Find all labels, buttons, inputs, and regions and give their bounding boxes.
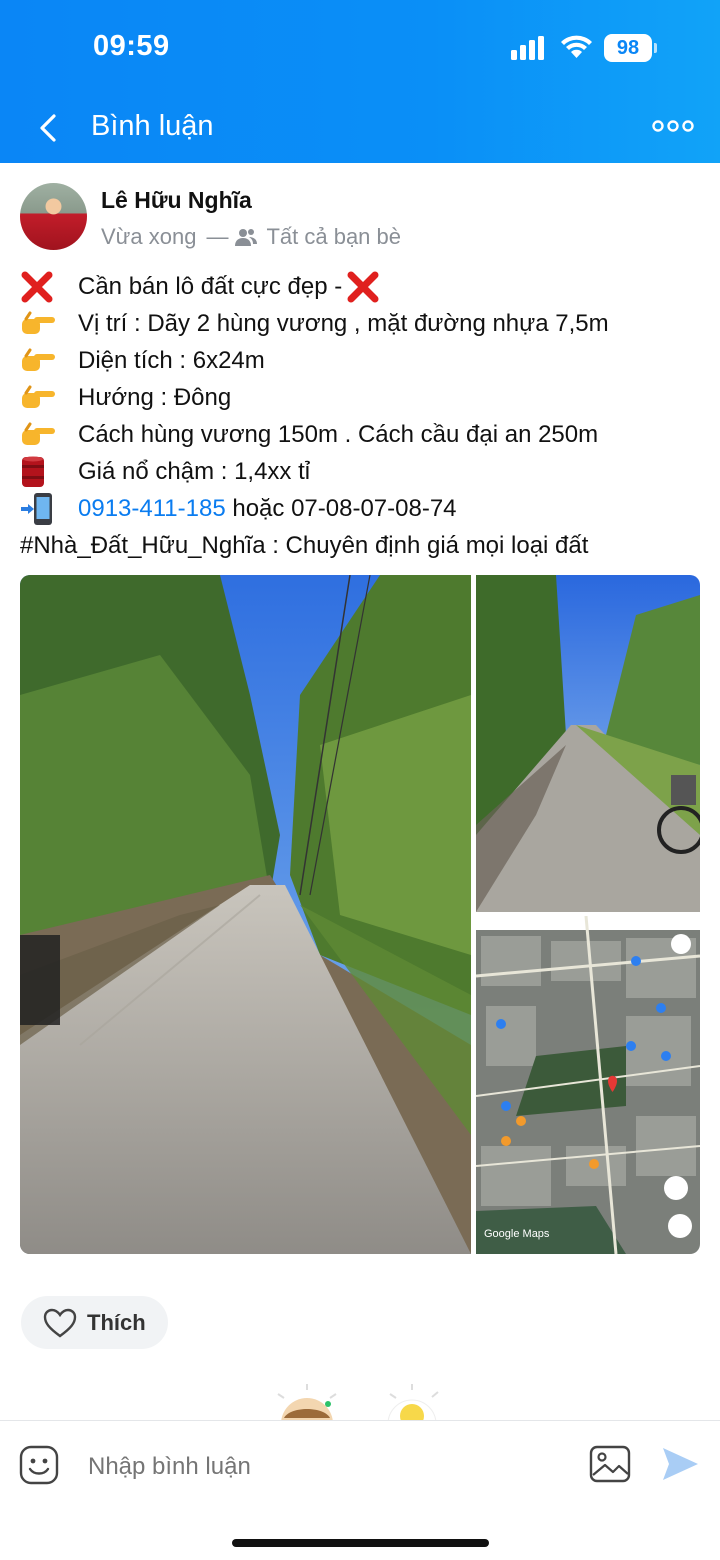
post-audience: Tất cả bạn bè bbox=[266, 224, 402, 249]
post-line-text: Cách hùng vương 150m . Cách cầu đại an 2… bbox=[78, 421, 599, 448]
post-line: Giá nổ chậm : 1,4xx tỉ bbox=[20, 453, 710, 490]
pointing-hand-icon bbox=[20, 422, 78, 448]
author-avatar[interactable] bbox=[20, 183, 87, 250]
emoji-sticker-button[interactable] bbox=[19, 1445, 59, 1485]
phone-link[interactable]: 0913-411-185 bbox=[78, 490, 226, 527]
more-options-button[interactable] bbox=[650, 116, 696, 136]
back-button[interactable] bbox=[34, 108, 66, 148]
red-x-icon bbox=[346, 270, 380, 304]
post-meta: Vừa xong — Tất cả bạn bè bbox=[101, 224, 401, 250]
comment-bar bbox=[0, 1420, 720, 1560]
signal-icon bbox=[511, 36, 544, 60]
map-watermark: Google Maps bbox=[484, 1228, 550, 1240]
post-hashtag-line: #Nhà_Đất_Hữu_Nghĩa : Chuyên định giá mọi… bbox=[20, 532, 589, 559]
post-line: Cần bán lô đất cực đẹp - bbox=[20, 268, 710, 305]
oil-drum-icon bbox=[20, 455, 78, 489]
meta-separator: — bbox=[206, 224, 229, 249]
post-photo-map[interactable]: Google Maps bbox=[476, 916, 700, 1254]
sticker-face-icon[interactable] bbox=[270, 1384, 344, 1424]
pointing-hand-icon bbox=[20, 385, 78, 411]
phone-alt: hoặc 07-08-07-08-74 bbox=[225, 495, 457, 522]
post-line-text: Cần bán lô đất cực đẹp - bbox=[78, 273, 343, 300]
post-line: Diện tích : 6x24m bbox=[20, 342, 710, 379]
page-title: Bình luận bbox=[91, 110, 214, 142]
post-line-text: Vị trí : Dãy 2 hùng vương , mặt đường nh… bbox=[78, 310, 609, 337]
like-label: Thích bbox=[87, 1309, 146, 1335]
battery-icon: 98 bbox=[604, 34, 657, 62]
comment-input[interactable] bbox=[88, 1451, 548, 1483]
like-button[interactable]: Thích bbox=[21, 1296, 168, 1349]
home-indicator bbox=[232, 1539, 489, 1547]
post-line-phone: 0913-411-185 hoặc 07-08-07-08-74 bbox=[20, 490, 710, 527]
photo-icon[interactable] bbox=[589, 1445, 631, 1483]
send-icon[interactable] bbox=[660, 1445, 700, 1483]
heart-icon bbox=[43, 1308, 77, 1337]
post-photo-road-2[interactable] bbox=[476, 575, 700, 912]
post-line-text: Diện tích : 6x24m bbox=[78, 347, 265, 374]
app-header: 09:59 98 Bình luận bbox=[0, 0, 720, 163]
post-line-text: Giá nổ chậm : 1,4xx tỉ bbox=[78, 458, 311, 485]
post-time: Vừa xong bbox=[101, 224, 197, 249]
battery-level: 98 bbox=[604, 34, 652, 62]
friends-icon bbox=[235, 229, 258, 246]
post-photo-road[interactable] bbox=[20, 575, 471, 1254]
mobile-arrow-icon bbox=[20, 492, 78, 526]
wifi-icon bbox=[561, 35, 592, 58]
pointing-hand-icon bbox=[20, 348, 78, 374]
post-line: Hướng : Đông bbox=[20, 379, 710, 416]
red-x-icon bbox=[20, 270, 78, 304]
post-line-text: Hướng : Đông bbox=[78, 384, 232, 411]
sticker-chick-icon[interactable] bbox=[382, 1382, 448, 1424]
status-time: 09:59 bbox=[93, 30, 170, 62]
post-body: Cần bán lô đất cực đẹp - Vị trí : Dãy 2 … bbox=[20, 268, 710, 564]
post-line: Cách hùng vương 150m . Cách cầu đại an 2… bbox=[20, 416, 710, 453]
pointing-hand-icon bbox=[20, 311, 78, 337]
author-name[interactable]: Lê Hữu Nghĩa bbox=[101, 187, 252, 214]
post-line: Vị trí : Dãy 2 hùng vương , mặt đường nh… bbox=[20, 305, 710, 342]
